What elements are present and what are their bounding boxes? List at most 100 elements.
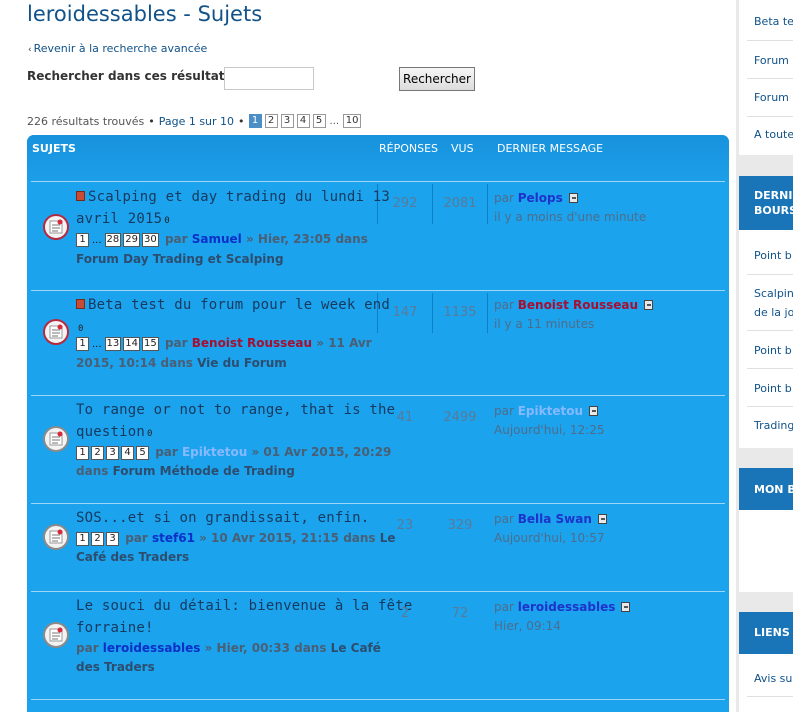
topic-page-button[interactable]: 4 — [121, 446, 134, 460]
divider — [747, 368, 793, 369]
sidebar-link[interactable]: Scalpin — [754, 285, 793, 303]
topic-page-button[interactable]: 2 — [91, 532, 104, 546]
sidebar-panel-topics: Beta te Forum Forum A toutes — [739, 0, 793, 155]
topic-forum-link[interactable]: Forum Méthode de Trading — [113, 464, 295, 478]
divider — [747, 40, 793, 41]
topic-page-button[interactable]: 13 — [104, 337, 122, 351]
column-last-post: DERNIER MESSAGE — [497, 142, 604, 155]
search-in-results-input[interactable] — [224, 67, 314, 90]
last-post-author[interactable]: Pelops — [518, 191, 563, 205]
sidebar-link[interactable]: Beta te — [754, 13, 793, 31]
topic-title[interactable]: SOS...et si on grandissait, enfin. — [76, 507, 369, 529]
reply-count: 147 — [392, 305, 418, 320]
last-post-author[interactable]: leroidessables — [518, 600, 616, 614]
reply-count: 23 — [396, 518, 414, 533]
page-button-4[interactable]: 4 — [296, 114, 310, 128]
topic-page-button[interactable]: 14 — [123, 337, 141, 351]
divider — [432, 293, 433, 333]
page-button-1[interactable]: 1 — [248, 114, 262, 128]
topic-page-button[interactable]: 1 — [76, 446, 89, 460]
topic-row: To range or not to range, that is the qu… — [31, 395, 725, 503]
topic-author[interactable]: Benoist Rousseau — [192, 336, 312, 350]
divider — [747, 330, 793, 331]
sidebar-link[interactable]: Trading — [754, 417, 793, 435]
page-indicator[interactable]: Page 1 sur 10 — [159, 115, 234, 128]
topic-page-button[interactable]: 3 — [106, 532, 119, 546]
paperclip-icon: 0 — [147, 429, 153, 439]
topic-forum-link[interactable]: Le — [380, 531, 396, 545]
sidebar-link[interactable]: Avis su — [754, 670, 792, 688]
column-topics: SUJETS — [32, 142, 76, 155]
pagination: 226 résultats trouvés • Page 1 sur 10 • … — [27, 114, 364, 128]
topic-title[interactable]: To range or not to range, that is the qu… — [76, 399, 395, 445]
topic-page-button[interactable]: 2 — [91, 446, 104, 460]
page-button-3[interactable]: 3 — [280, 114, 294, 128]
topic-page-button[interactable]: 5 — [136, 446, 149, 460]
last-post: par leroidessables Hier, 09:14 — [494, 598, 631, 636]
pagination-ellipsis: ... — [329, 115, 340, 127]
search-button[interactable]: Rechercher — [399, 67, 475, 91]
page-title: leroidessables - Sujets — [27, 2, 263, 26]
topic-page-button[interactable]: 3 — [106, 446, 119, 460]
topic-page-button[interactable]: 30 — [142, 233, 159, 247]
topic-author[interactable]: leroidessables — [103, 641, 201, 655]
last-post-time: il y a moins d'une minute — [494, 210, 647, 224]
topic-title[interactable]: Scalping et day trading du lundi 13 avri… — [76, 186, 390, 232]
topic-forum-link[interactable]: des Traders — [76, 660, 155, 674]
topic-page-button[interactable]: 29 — [123, 233, 141, 247]
sidebar-heading-derniers: DERNI BOURS — [739, 176, 793, 230]
separator: • — [148, 114, 155, 128]
view-count: 329 — [447, 518, 473, 533]
topic-author[interactable]: stef61 — [152, 531, 195, 545]
topic-row: Beta test du forum pour le week end 0 1.… — [31, 290, 725, 395]
topic-page-button[interactable]: 28 — [104, 233, 122, 247]
topic-page-button[interactable]: 15 — [142, 337, 159, 351]
page-button-2[interactable]: 2 — [264, 114, 278, 128]
topic-page-button[interactable]: 1 — [76, 337, 89, 351]
last-post-author[interactable]: Benoist Rousseau — [518, 298, 638, 312]
goto-last-post-icon[interactable] — [621, 602, 631, 612]
topic-forum-link[interactable]: Le Café — [331, 641, 381, 655]
sidebar-link[interactable]: Forum — [754, 89, 789, 107]
topic-unread-icon — [43, 524, 69, 550]
last-post-time: il y a 11 minutes — [494, 317, 595, 331]
sidebar-panel-derniers: Point b Scalpin de la jo Point b Point b… — [739, 230, 793, 448]
sidebar-link[interactable]: de la jo — [754, 304, 793, 322]
topic-author[interactable]: Epiktetou — [182, 445, 247, 459]
last-post-author[interactable]: Bella Swan — [518, 512, 592, 526]
topic-page-button[interactable]: 1 — [76, 532, 89, 546]
new-post-icon — [76, 191, 85, 201]
topic-title[interactable]: Le souci du détail: bienvenue à la fête … — [76, 595, 413, 639]
topic-row: Scalping et day trading du lundi 13 avri… — [31, 181, 725, 290]
sidebar-link[interactable]: A toutes — [754, 126, 793, 144]
last-post-time: Aujourd'hui, 12:25 — [494, 423, 605, 437]
divider — [747, 78, 793, 79]
goto-last-post-icon[interactable] — [644, 300, 654, 310]
goto-last-post-icon[interactable] — [589, 406, 599, 416]
topic-page-button[interactable]: 1 — [76, 233, 89, 247]
page-button-5[interactable]: 5 — [312, 114, 326, 128]
divider — [487, 293, 488, 333]
sidebar-heading-liens: LIENS — [739, 612, 793, 654]
topic-meta: 1... 28 29 30 par Samuel » Hier, 23:05 dans… — [76, 232, 368, 266]
reply-count: 2 — [400, 606, 410, 621]
topic-meta: par leroidessables » Hier, 00:33 dans Le… — [76, 641, 381, 674]
last-post: par Bella Swan Aujourd'hui, 10:57 — [494, 510, 607, 548]
goto-last-post-icon[interactable] — [568, 193, 578, 203]
topic-forum-link[interactable]: Vie du Forum — [197, 356, 287, 370]
sidebar-link[interactable]: Point b — [754, 342, 792, 360]
topic-author[interactable]: Samuel — [192, 232, 242, 246]
sidebar-link[interactable]: Point b — [754, 247, 792, 265]
topic-forum-link[interactable]: Café des Traders — [76, 550, 189, 564]
results-header: SUJETS RÉPONSES VUS DERNIER MESSAGE — [27, 135, 729, 181]
topic-forum-link[interactable]: Forum Day Trading et Scalping — [76, 252, 284, 266]
goto-last-post-icon[interactable] — [597, 514, 607, 524]
page-button-last[interactable]: 10 — [343, 114, 362, 128]
sidebar-link[interactable]: Point b — [754, 380, 792, 398]
back-to-advanced-search-link[interactable]: ‹ Revenir à la recherche avancée — [28, 42, 207, 55]
topic-unread-icon — [43, 319, 69, 345]
topic-unread-icon — [43, 622, 69, 648]
view-count: 1135 — [443, 305, 477, 320]
last-post-author[interactable]: Epiktetou — [518, 404, 583, 418]
sidebar-link[interactable]: Forum — [754, 52, 789, 70]
